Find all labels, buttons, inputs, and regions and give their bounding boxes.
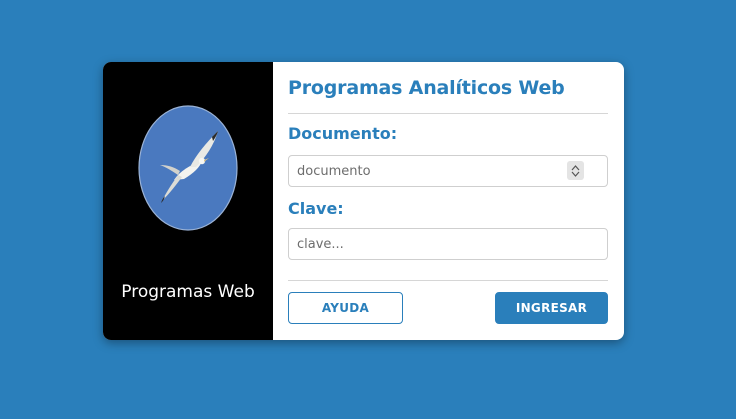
number-stepper-icon[interactable] [567,161,584,180]
documento-input[interactable] [288,155,608,187]
login-button[interactable]: INGRESAR [495,292,608,324]
documento-label: Documento: [288,124,398,143]
login-form: Programas Analíticos Web Documento: Clav… [273,62,624,340]
title-divider [288,113,608,114]
actions-divider [288,280,608,281]
albatross-logo-icon [138,105,238,231]
help-button[interactable]: AYUDA [288,292,403,324]
clave-label: Clave: [288,199,344,218]
app-name: Programas Web [121,282,255,302]
login-card: Programas Web Programas Analíticos Web D… [103,62,624,340]
form-title: Programas Analíticos Web [288,77,565,99]
brand-panel: Programas Web [103,62,273,340]
clave-input[interactable] [288,228,608,260]
